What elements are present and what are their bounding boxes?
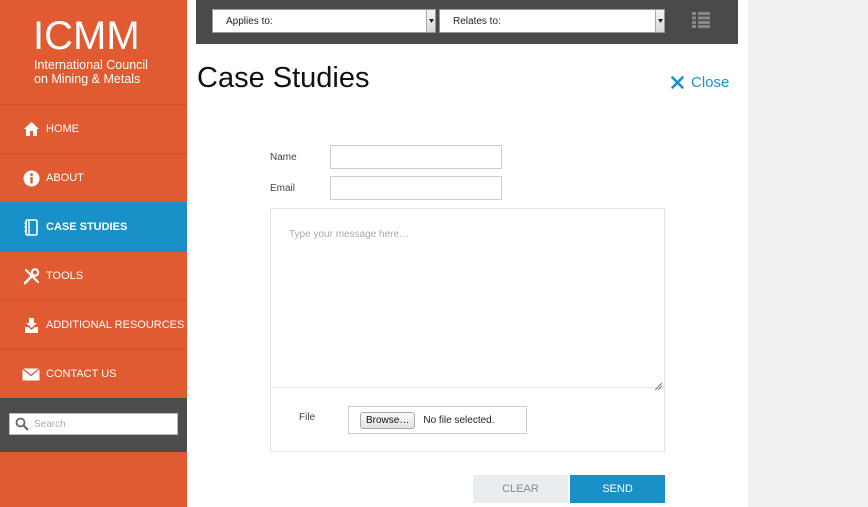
file-input[interactable]: Browse… No file selected. xyxy=(348,406,527,434)
envelope-icon xyxy=(22,365,40,383)
logo[interactable]: ICMM International Council on Mining & M… xyxy=(0,0,187,104)
info-icon xyxy=(22,169,40,187)
sidebar-item-about[interactable]: ABOUT xyxy=(0,153,187,202)
sidebar-item-label: CASE STUDIES xyxy=(46,221,128,233)
close-label: Close xyxy=(691,74,730,91)
relates-to-label: Relates to: xyxy=(453,15,501,27)
sidebar-item-case-studies[interactable]: CASE STUDIES xyxy=(0,202,187,251)
book-icon xyxy=(22,218,40,236)
main-content: Applies to: Relates to: Case Studies Clo… xyxy=(187,0,748,507)
clear-button[interactable]: CLEAR xyxy=(473,475,568,503)
search-icon xyxy=(15,417,29,431)
filter-bar: Applies to: Relates to: xyxy=(196,0,738,44)
close-icon xyxy=(671,76,684,89)
sidebar-item-additional-resources[interactable]: ADDITIONAL RESOURCES xyxy=(0,300,187,349)
home-icon xyxy=(22,120,40,138)
applies-to-select[interactable]: Applies to: xyxy=(212,9,436,33)
relates-to-select[interactable]: Relates to: xyxy=(439,9,665,33)
logo-subtitle: International Council on Mining & Metals xyxy=(34,58,148,86)
email-label: Email xyxy=(270,183,296,194)
page-title: Case Studies xyxy=(197,62,370,94)
chevron-down-icon xyxy=(426,10,435,32)
search-placeholder: Search xyxy=(34,418,66,430)
resize-handle-icon[interactable] xyxy=(654,377,663,391)
logo-subtitle-line1: International Council xyxy=(34,58,148,72)
sidebar-item-label: HOME xyxy=(46,123,79,135)
tools-icon xyxy=(22,267,40,285)
file-status: No file selected. xyxy=(423,414,495,426)
sidebar: ICMM International Council on Mining & M… xyxy=(0,0,187,507)
search-area: Search xyxy=(0,398,187,452)
name-label: Name xyxy=(270,152,297,163)
sidebar-item-label: TOOLS xyxy=(46,270,84,282)
email-field[interactable] xyxy=(330,176,502,200)
logo-subtitle-line2: on Mining & Metals xyxy=(34,72,141,86)
message-textarea[interactable]: Type your message here… xyxy=(271,209,664,391)
search-input[interactable]: Search xyxy=(9,413,178,435)
sidebar-item-home[interactable]: HOME xyxy=(0,104,187,153)
send-button[interactable]: SEND xyxy=(570,475,665,503)
list-view-icon[interactable] xyxy=(692,12,710,28)
close-button[interactable]: Close xyxy=(671,74,729,91)
browse-button[interactable]: Browse… xyxy=(360,411,416,429)
applies-to-label: Applies to: xyxy=(226,15,273,27)
sidebar-item-label: ABOUT xyxy=(46,172,84,184)
sidebar-item-tools[interactable]: TOOLS xyxy=(0,251,187,300)
logo-text: ICMM xyxy=(33,14,140,58)
sidebar-item-contact-us[interactable]: CONTACT US xyxy=(0,349,187,398)
download-icon xyxy=(22,316,40,334)
file-label: File xyxy=(299,412,316,423)
chevron-down-icon xyxy=(655,10,664,32)
message-placeholder: Type your message here… xyxy=(289,229,410,240)
sidebar-item-label: ADDITIONAL RESOURCES xyxy=(46,319,185,331)
sidebar-item-label: CONTACT US xyxy=(46,368,117,380)
sidebar-nav: HOME ABOUT CASE STUDIES TOOLS ADDITIONAL… xyxy=(0,104,187,398)
name-field[interactable] xyxy=(330,145,502,169)
message-file-panel: Type your message here… File Browse… No … xyxy=(270,208,665,452)
